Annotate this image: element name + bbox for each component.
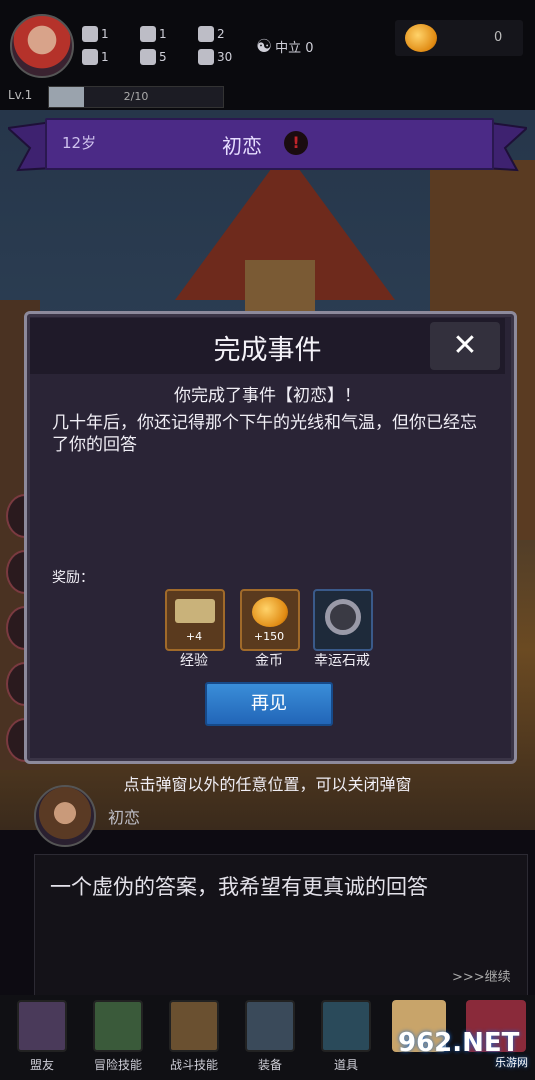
age-label: 12岁	[62, 134, 97, 152]
goodbye-button[interactable]: 再见	[205, 682, 333, 726]
xp-text: 2/10	[123, 90, 149, 103]
alignment: ☯ 中立 0	[256, 36, 314, 57]
dialogue-text: 一个虚伪的答案，我希望有更真诚的回答	[50, 875, 428, 899]
lucky-ring-icon	[325, 599, 361, 635]
nav-equipment[interactable]: 装备	[240, 1000, 300, 1073]
rewards-label: 奖励：	[52, 570, 94, 586]
event-banner	[45, 118, 494, 170]
yin-yang-icon: ☯	[256, 36, 273, 57]
gold-coin-icon	[405, 24, 437, 52]
npc-name: 初恋	[108, 808, 141, 827]
stat-strength: 1	[82, 26, 109, 42]
backpack-icon	[169, 1000, 219, 1052]
adventure-icon	[93, 1000, 143, 1052]
gold-amount: 0	[494, 30, 503, 45]
warning-icon[interactable]: !	[284, 131, 308, 155]
modal-text: 几十年后，你还记得那个下午的光线和气温，但你已经忘了你的回答	[52, 413, 477, 455]
stat-agility: 1	[140, 26, 167, 42]
reward-ring[interactable]	[313, 589, 373, 651]
arrow-icon	[140, 26, 156, 42]
nav-items[interactable]: 道具	[316, 1000, 376, 1073]
close-icon: ✕	[452, 328, 478, 363]
player-avatar[interactable]	[10, 14, 74, 78]
level-label: Lv.1	[8, 88, 33, 102]
potion-icon	[321, 1000, 371, 1052]
fist-icon	[82, 26, 98, 42]
reward-exp-name: 经验	[180, 653, 208, 669]
exp-scroll-icon	[175, 599, 215, 623]
reward-exp-value: +4	[185, 630, 203, 643]
reward-gold-name: 金币	[255, 653, 283, 669]
handshake-icon	[17, 1000, 67, 1052]
stat-knowledge: 5	[140, 49, 167, 65]
book-icon	[140, 49, 156, 65]
hat-icon	[198, 26, 214, 42]
stat-luck: 1	[82, 49, 109, 65]
nav-allies[interactable]: 盟友	[12, 1000, 72, 1073]
nav-combat-skills[interactable]: 战斗技能	[164, 1000, 224, 1073]
close-button[interactable]: ✕	[430, 322, 500, 370]
swords-icon	[245, 1000, 295, 1052]
npc-avatar	[34, 785, 96, 847]
watermark-logo: 962.NET 乐游网	[398, 1028, 528, 1069]
modal-subtitle: 你完成了事件【初恋】！	[174, 386, 361, 406]
stat-magic: 2	[198, 26, 225, 42]
continue-prompt[interactable]: >>>继续	[452, 966, 511, 985]
gold-coin-icon	[252, 597, 288, 627]
stat-growth: 30	[198, 49, 232, 65]
event-title: 初恋	[222, 134, 262, 158]
clover-icon	[82, 49, 98, 65]
nav-adventure-skills[interactable]: 冒险技能	[88, 1000, 148, 1073]
sprout-icon	[198, 49, 214, 65]
xp-bar: 2/10	[48, 86, 224, 108]
reward-gold-value: +150	[253, 630, 285, 643]
reward-ring-name: 幸运石戒	[314, 653, 370, 669]
